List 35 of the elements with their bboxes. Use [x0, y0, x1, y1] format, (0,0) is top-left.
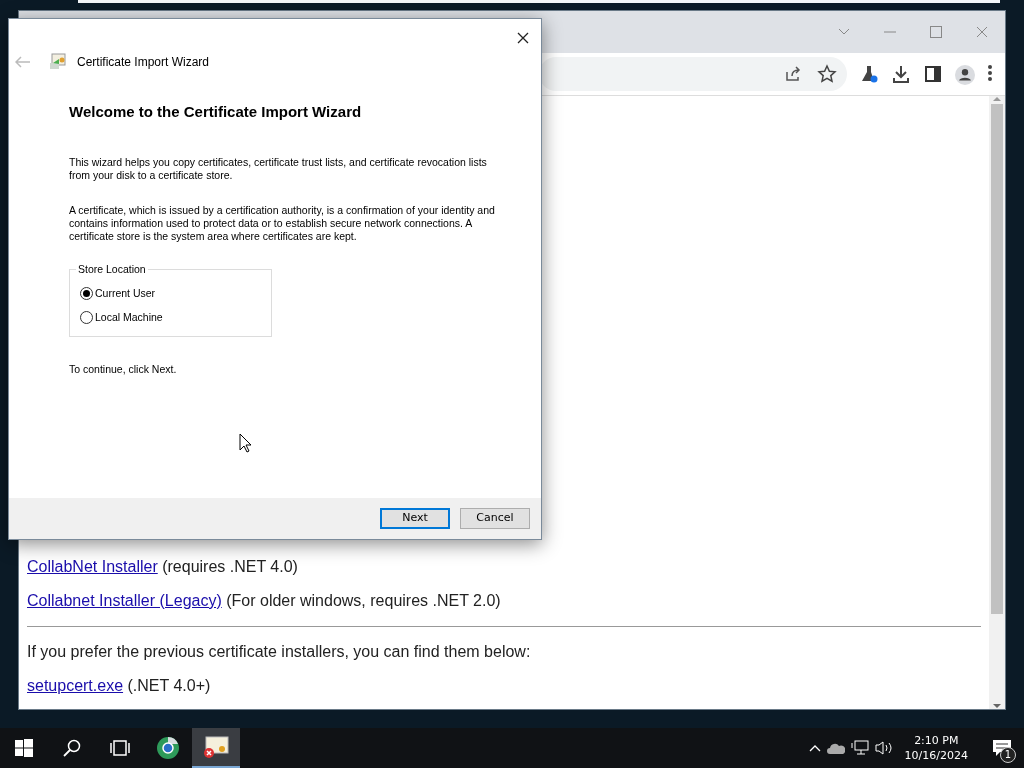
- flask-icon[interactable]: [859, 64, 879, 84]
- paragraph: Collabnet Installer (Legacy) (For older windows, requires .NET 2.0): [27, 591, 502, 611]
- scroll-down-icon[interactable]: [993, 703, 1001, 709]
- wizard-title: Certificate Import Wizard: [77, 54, 210, 71]
- wizard-button[interactable]: Next: [380, 508, 450, 529]
- paragraph: CollabNet Installer (requires .NET 4.0): [27, 557, 299, 577]
- wizard-button[interactable]: Cancel: [460, 508, 530, 529]
- certificate-icon: [49, 53, 67, 71]
- paragraph: A certificate, which is issued by a certification authority, is a confirmation of your identity and contains information used to protect data or to establish secure network connections. A certificate store is the system area where certificates are kept.: [69, 203, 496, 243]
- download-link[interactable]: Collabnet Installer (Legacy): [27, 592, 222, 609]
- cloud-icon[interactable]: [826, 742, 845, 754]
- scrollbar-thumb[interactable]: [991, 104, 1003, 614]
- paragraph: This wizard helps you copy certificates, certificate trust lists, and certificate revocation lists from your disk to a certificate store.: [69, 155, 488, 182]
- menu-icon[interactable]: [987, 64, 993, 84]
- side-panel-icon[interactable]: [923, 64, 943, 84]
- notification-count: 1: [1000, 747, 1016, 763]
- scrollbar[interactable]: [989, 96, 1005, 709]
- mouse-cursor-icon: [239, 433, 252, 453]
- profile-icon[interactable]: [955, 64, 975, 84]
- instruction-text: To continue, click Next.: [69, 362, 178, 376]
- download-icon[interactable]: [891, 64, 911, 84]
- wizard-heading: Welcome to the Certificate Import Wizard: [69, 102, 363, 122]
- certificate-icon[interactable]: [192, 728, 240, 768]
- network-icon[interactable]: [850, 740, 869, 756]
- radio-button[interactable]: Local Machine: [80, 305, 263, 330]
- volume-icon[interactable]: [874, 740, 893, 756]
- paragraph: If you prefer the previous certificate installers, you can find them below:: [27, 642, 532, 662]
- radio-button[interactable]: Current User: [80, 281, 263, 306]
- share-icon[interactable]: [783, 64, 803, 84]
- star-icon[interactable]: [817, 64, 837, 84]
- chevron-up-icon[interactable]: [808, 744, 821, 752]
- download-link[interactable]: CollabNet Installer: [27, 558, 158, 575]
- paragraph: setupcert.exe (.NET 4.0+): [27, 676, 212, 696]
- download-link[interactable]: setupcert.exe: [27, 677, 124, 694]
- clock[interactable]: 2:10 PM 10/16/2024: [898, 733, 974, 763]
